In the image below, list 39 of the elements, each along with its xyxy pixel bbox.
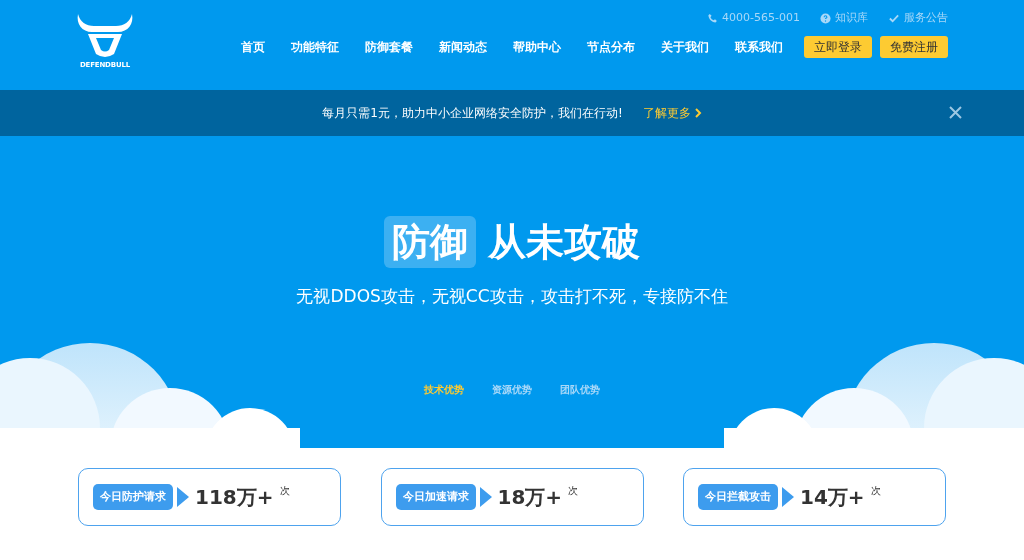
nav-link[interactable]: 新闻动态 (426, 38, 500, 56)
stat-unit: 次 (568, 484, 579, 498)
triangle-icon (782, 487, 794, 507)
triangle-icon (479, 487, 492, 507)
feature-tab[interactable]: 团队优势 (560, 381, 600, 397)
stat-unit: 次 (279, 484, 290, 498)
nav-link[interactable]: 联系我们 (722, 38, 796, 56)
hero-subtitle: 无视DDOS攻击，无视CC攻击，攻击打不死，专接防不住 (296, 285, 728, 308)
stat-label: 今日加速请求 (395, 484, 476, 510)
nav-link[interactable]: 关于我们 (648, 38, 722, 56)
nav-link[interactable]: 功能特征 (278, 38, 352, 56)
bull-logo-icon[interactable] (76, 12, 134, 58)
check-icon (888, 12, 900, 24)
top-link[interactable]: 知识库 (820, 9, 868, 27)
stat-label: 今日防护请求 (93, 484, 173, 510)
feature-tab[interactable]: 技术优势 (424, 381, 464, 397)
login-button[interactable]: 立即登录 (804, 36, 872, 58)
nav-link[interactable]: 节点分布 (574, 38, 648, 56)
stat-value: 118万+ (195, 484, 274, 511)
learn-more-link[interactable]: 了解更多 (642, 104, 702, 122)
hero-title: 从未攻破 (488, 219, 640, 266)
stat-value: 18万+ (497, 484, 563, 511)
stat-value: 14万+ (800, 484, 865, 511)
chevron-icon (694, 108, 702, 118)
nav-link[interactable]: 防御套餐 (352, 38, 426, 56)
notice-text: 每月只需1元，助力中小企业网络安全防护，我们在行动! (322, 105, 623, 122)
top-link[interactable]: 服务公告 (888, 9, 948, 27)
hero-highlight: 防御 (384, 216, 476, 268)
nav-link[interactable]: 帮助中心 (500, 38, 574, 56)
help-icon (820, 12, 831, 24)
register-button[interactable]: 免费注册 (880, 36, 948, 58)
top-link[interactable]: 4000-565-001 (707, 9, 800, 27)
feature-tab[interactable]: 资源优势 (492, 381, 532, 397)
stat-unit: 次 (870, 484, 881, 498)
close-button[interactable] (949, 106, 962, 119)
phone-icon (707, 12, 719, 24)
nav-link[interactable]: 首页 (228, 38, 278, 56)
triangle-icon (177, 487, 189, 507)
stat-label: 今日拦截攻击 (698, 484, 778, 510)
